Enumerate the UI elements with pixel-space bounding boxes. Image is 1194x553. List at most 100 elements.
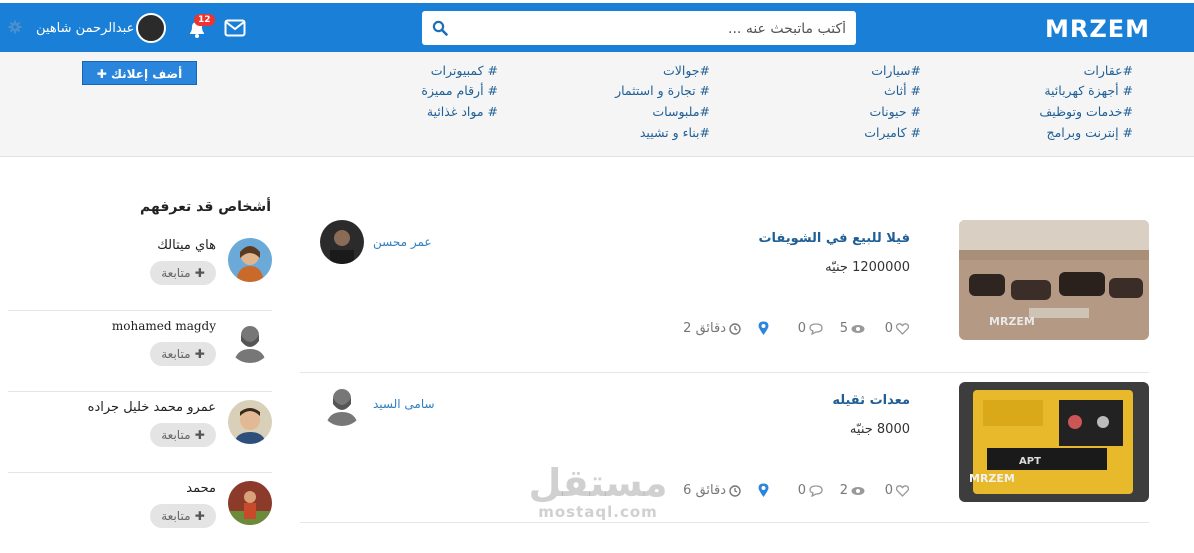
user-menu[interactable]: عبدالرحمن شاهين	[36, 13, 167, 43]
time-stat: 6 دقائق	[683, 483, 741, 498]
image-watermark: MRZEM	[969, 472, 1015, 485]
person-avatar[interactable]	[228, 400, 272, 444]
heart-icon	[896, 322, 909, 335]
person-name[interactable]: محمد	[186, 481, 216, 496]
listing-title[interactable]: معدات ثقيله	[832, 393, 910, 408]
clock-icon	[729, 484, 741, 497]
watermark-arabic: مستقل	[528, 461, 668, 505]
follow-button[interactable]: ✚ متابعة	[150, 261, 216, 285]
add-ad-label: أضف إعلانك	[110, 67, 183, 81]
comments-count: 0	[797, 483, 806, 498]
listing-image[interactable]: MRZEM	[959, 220, 1149, 340]
gear-icon[interactable]	[8, 20, 22, 34]
follow-label: متابعة	[161, 347, 191, 361]
suggested-person: محمد ✚ متابعة	[8, 473, 272, 553]
suggested-person: عمرو محمد خليل جراده ✚ متابعة	[8, 392, 272, 473]
search-box	[422, 11, 856, 47]
likes-count: 0	[884, 321, 893, 336]
listing-card[interactable]: APT MRZEM معدات ثقيله 8000 جنيّه سامى ال…	[300, 382, 1149, 523]
views-count: 5	[839, 321, 848, 336]
category-link[interactable]: #خدمات وتوظيف	[1039, 104, 1133, 119]
plus-icon: ✚	[190, 347, 205, 361]
listing-title[interactable]: فيلا للبيع في الشويفات	[758, 231, 910, 246]
category-link[interactable]: # أثاث	[884, 83, 921, 98]
user-name: عبدالرحمن شاهين	[36, 20, 135, 36]
follow-label: متابعة	[161, 509, 191, 523]
comment-icon	[809, 322, 823, 335]
category-link[interactable]: # كمبيوترات	[431, 63, 498, 78]
eye-icon	[851, 486, 865, 495]
comments-count: 0	[797, 321, 806, 336]
category-link[interactable]: # أرقام مميزة	[421, 83, 498, 98]
watermark-latin: mostaql.com	[538, 503, 658, 521]
user-avatar	[136, 13, 167, 43]
location-pin-icon	[758, 483, 769, 497]
views-count: 2	[839, 483, 848, 498]
likes-stat[interactable]: 0	[885, 483, 909, 498]
listing-price: 8000 جنيّه	[849, 422, 910, 437]
plus-icon: ✚	[190, 509, 205, 523]
suggested-person: هاي ميتالك ✚ متابعة	[8, 230, 272, 311]
follow-label: متابعة	[161, 266, 191, 280]
follow-button[interactable]: ✚ متابعة	[150, 342, 216, 366]
svg-text:APT: APT	[1019, 456, 1041, 467]
category-link[interactable]: #بناء و تشييد	[640, 125, 710, 140]
post-time: 2 دقائق	[683, 321, 726, 336]
person-name[interactable]: mohamed magdy	[112, 319, 216, 333]
views-stat: 5	[840, 321, 865, 336]
follow-label: متابعة	[161, 428, 191, 442]
suggestions-title: أشخاص قد تعرفهم	[139, 199, 271, 215]
eye-icon	[851, 324, 865, 333]
category-link[interactable]: # أجهزة كهربائية	[1044, 83, 1133, 98]
categories-bar: #عقارات # أجهزة كهربائية #خدمات وتوظيف #…	[0, 52, 1194, 157]
follow-button[interactable]: ✚ متابعة	[150, 504, 216, 528]
seller-avatar[interactable]	[320, 220, 364, 264]
category-link[interactable]: # تجارة و استثمار	[615, 83, 710, 98]
location-stat[interactable]	[755, 483, 769, 498]
person-avatar[interactable]	[228, 238, 272, 282]
search-icon[interactable]	[432, 20, 448, 36]
follow-button[interactable]: ✚ متابعة	[150, 423, 216, 447]
add-ad-button[interactable]: ✚ أضف إعلانك	[82, 61, 197, 85]
seller-name[interactable]: سامى السيد	[373, 397, 435, 411]
seller-avatar[interactable]	[320, 382, 364, 426]
plus-icon: ✚	[96, 67, 111, 81]
mail-icon[interactable]	[224, 19, 246, 37]
top-navbar: MRZEM 12 عبدالرحمن شاهين	[0, 0, 1194, 52]
location-pin-icon	[758, 321, 769, 335]
comments-stat[interactable]: 0	[798, 321, 823, 336]
category-link[interactable]: #عقارات	[1084, 63, 1133, 78]
plus-icon: ✚	[190, 266, 205, 280]
likes-stat[interactable]: 0	[885, 321, 909, 336]
search-input[interactable]	[454, 11, 848, 47]
site-logo[interactable]: MRZEM	[1045, 15, 1150, 43]
post-time: 6 دقائق	[683, 483, 726, 498]
clock-icon	[729, 322, 741, 335]
category-link[interactable]: # حيونات	[870, 104, 921, 119]
location-stat[interactable]	[755, 321, 769, 336]
person-avatar[interactable]	[228, 319, 272, 363]
listing-card[interactable]: MRZEM فيلا للبيع في الشويفات 1200000 جني…	[300, 220, 1149, 373]
time-stat: 2 دقائق	[683, 321, 741, 336]
category-link[interactable]: # كاميرات	[864, 125, 921, 140]
category-link[interactable]: #ملبوسات	[652, 104, 710, 119]
suggested-person: mohamed magdy ✚ متابعة	[8, 311, 272, 392]
comment-icon	[809, 484, 823, 497]
site-watermark: مستقل mostaql.com	[524, 462, 672, 520]
listing-price: 1200000 جنيّه	[825, 260, 910, 275]
category-link[interactable]: # مواد غذائية	[427, 104, 498, 119]
likes-count: 0	[884, 483, 893, 498]
person-name[interactable]: هاي ميتالك	[157, 238, 216, 253]
plus-icon: ✚	[190, 428, 205, 442]
category-link[interactable]: # إنترنت وبرامج	[1047, 125, 1133, 140]
person-avatar[interactable]	[228, 481, 272, 525]
views-stat: 2	[840, 483, 865, 498]
notification-badge: 12	[194, 14, 215, 26]
comments-stat[interactable]: 0	[798, 483, 823, 498]
category-link[interactable]: #سيارات	[871, 63, 921, 78]
seller-name[interactable]: عمر محسن	[373, 235, 432, 249]
person-name[interactable]: عمرو محمد خليل جراده	[88, 400, 216, 415]
heart-icon	[896, 484, 909, 497]
listing-image[interactable]: APT MRZEM	[959, 382, 1149, 502]
category-link[interactable]: #جوالات	[663, 63, 710, 78]
